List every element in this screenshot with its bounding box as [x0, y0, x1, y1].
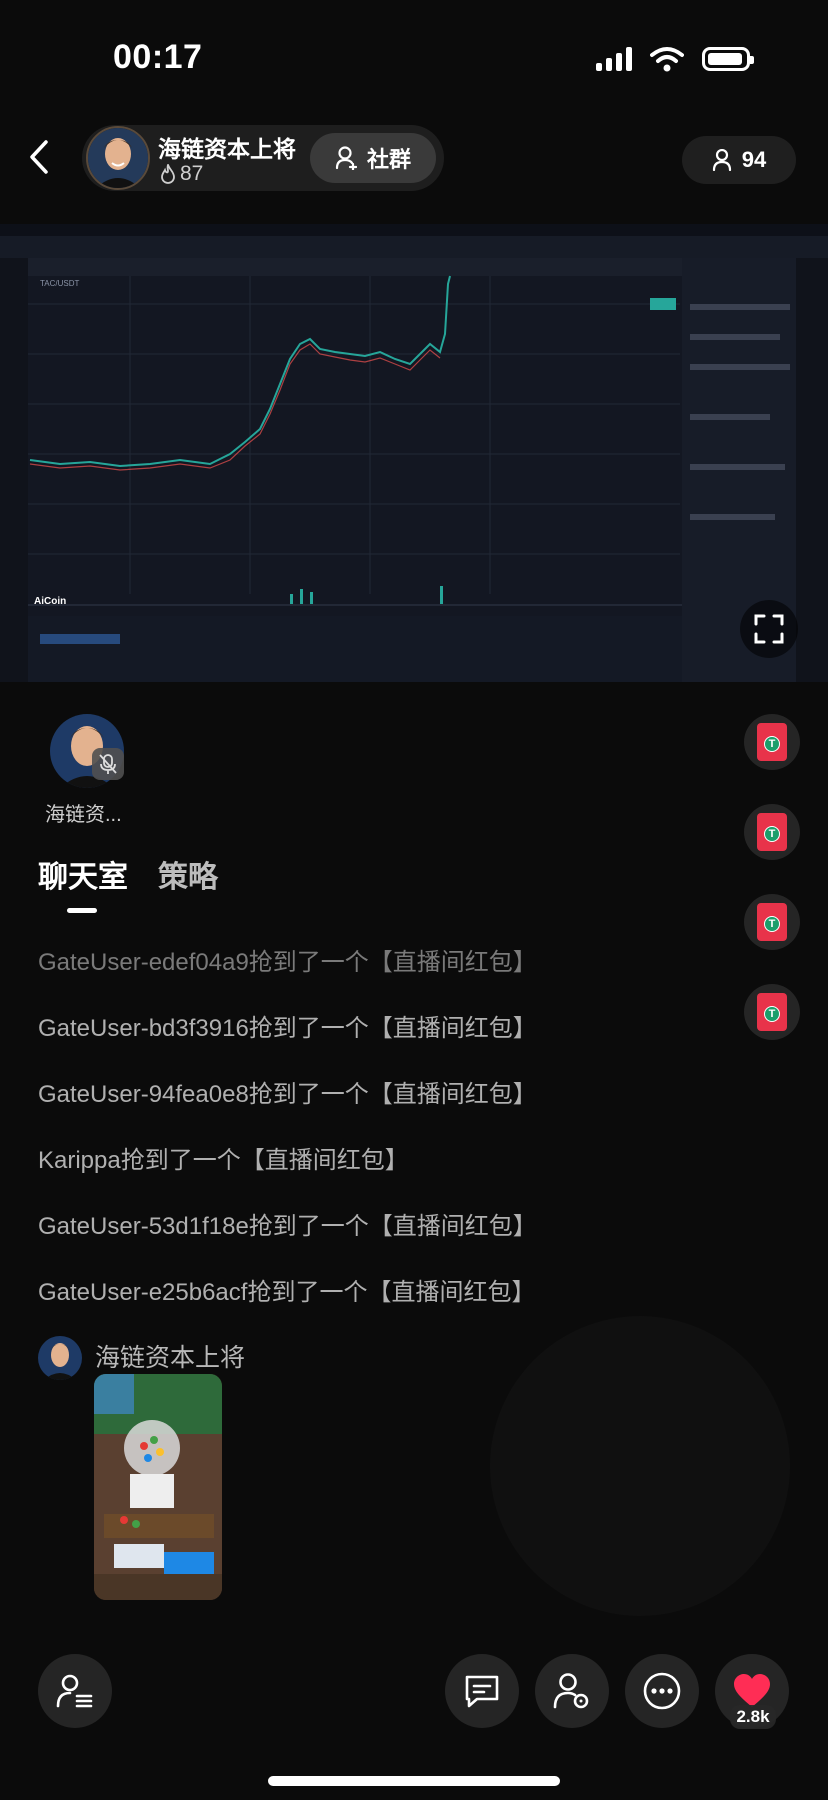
- viewer-count: 94: [741, 147, 767, 172]
- red-packet-button[interactable]: [744, 804, 800, 860]
- status-time: 00:17: [113, 38, 203, 76]
- active-tab-indicator: [67, 908, 97, 913]
- red-packet-icon: [757, 723, 787, 761]
- chat-message: GateUser-e25b6acf抢到了一个【直播间红包】: [38, 1279, 536, 1306]
- community-button[interactable]: 社群: [310, 133, 436, 183]
- speaker-name: 海链资...: [45, 804, 122, 826]
- tab-chatroom[interactable]: 聊天室: [38, 852, 128, 896]
- chart-pair: TAC/USDT: [40, 279, 80, 288]
- guest-list-button[interactable]: [38, 1654, 112, 1728]
- post-author-avatar[interactable]: [38, 1336, 82, 1380]
- status-icons: [596, 46, 754, 72]
- user-list-icon: [56, 1674, 93, 1708]
- chat-message: Karippa抢到了一个【直播间红包】: [38, 1147, 409, 1174]
- mic-off-icon: [99, 754, 117, 774]
- like-count: 2.8k: [730, 1705, 776, 1729]
- chat-message: GateUser-94fea0e8抢到了一个【直播间红包】: [38, 1081, 537, 1108]
- live-video[interactable]: AiCoin TAC/USDT: [0, 224, 828, 682]
- back-button[interactable]: [24, 138, 56, 176]
- more-options-button[interactable]: [625, 1654, 699, 1728]
- message-icon: [465, 1675, 499, 1708]
- more-dots-icon: [643, 1672, 681, 1710]
- wifi-icon: [650, 47, 684, 72]
- tab-strategy[interactable]: 策略: [158, 852, 218, 896]
- host-heat-value: 87: [180, 162, 204, 185]
- red-packet-button[interactable]: [744, 894, 800, 950]
- battery-icon: [702, 47, 754, 71]
- red-packet-icon: [757, 813, 787, 851]
- community-label: 社群: [366, 147, 411, 172]
- expand-icon: [754, 614, 784, 644]
- heart-icon: [734, 1674, 770, 1707]
- community-icon: [335, 146, 357, 170]
- follow-host-button[interactable]: [535, 1654, 609, 1728]
- home-indicator[interactable]: [268, 1776, 560, 1786]
- post-image[interactable]: [94, 1374, 222, 1600]
- fullscreen-button[interactable]: [740, 600, 798, 658]
- host-avatar[interactable]: [86, 126, 150, 190]
- red-packet-button[interactable]: [744, 714, 800, 770]
- post-author-name: 海链资本上将: [95, 1344, 246, 1372]
- cellular-signal-icon: [596, 47, 632, 71]
- flame-icon: [161, 164, 175, 184]
- trading-screen: AiCoin TAC/USDT: [0, 224, 828, 682]
- watermark-logo: [490, 1316, 790, 1616]
- chat-message: GateUser-bd3f3916抢到了一个【直播间红包】: [38, 1015, 537, 1042]
- user-icon: [712, 149, 731, 171]
- user-settings-icon: [553, 1673, 589, 1709]
- host-name: 海链资本上将: [158, 136, 296, 162]
- chart-brand: AiCoin: [34, 596, 66, 607]
- red-packet-icon: [757, 903, 787, 941]
- chat-message: GateUser-edef04a9抢到了一个【直播间红包】: [38, 949, 537, 976]
- red-packet-icon: [757, 993, 787, 1031]
- chevron-left-icon: [30, 140, 48, 174]
- comment-button[interactable]: [445, 1654, 519, 1728]
- viewer-count-button[interactable]: 94: [682, 136, 796, 184]
- mic-muted-badge: [92, 748, 124, 780]
- red-packet-button[interactable]: [744, 984, 800, 1040]
- host-heat: 87: [160, 162, 203, 186]
- chat-message: GateUser-53d1f18e抢到了一个【直播间红包】: [38, 1213, 537, 1240]
